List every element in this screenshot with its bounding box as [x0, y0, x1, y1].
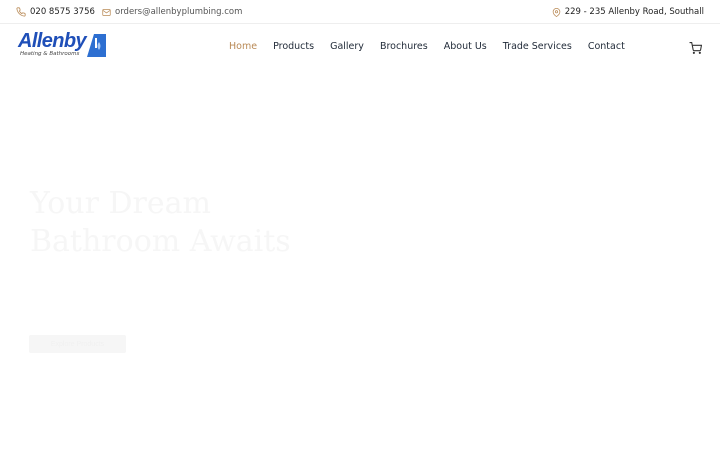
- top-contact-bar: 020 8575 3756 orders@allenbyplumbing.com…: [0, 0, 720, 24]
- email-contact[interactable]: orders@allenbyplumbing.com: [102, 0, 242, 24]
- brand-tagline: Heating & Bathrooms: [20, 51, 80, 57]
- logo-mark-icon: [84, 32, 108, 62]
- address-contact[interactable]: 229 - 235 Allenby Road, Southall: [552, 0, 704, 24]
- nav-contact[interactable]: Contact: [588, 41, 625, 52]
- nav-gallery[interactable]: Gallery: [330, 41, 364, 52]
- email-address: orders@allenbyplumbing.com: [115, 7, 243, 17]
- hero-title: Your Dream Bathroom Awaits: [30, 186, 291, 259]
- mail-icon: [102, 8, 111, 17]
- phone-contact[interactable]: 020 8575 3756: [16, 0, 95, 24]
- nav-about-us[interactable]: About Us: [444, 41, 487, 52]
- main-nav: Home Products Gallery Brochures About Us…: [229, 24, 641, 68]
- nav-brochures[interactable]: Brochures: [380, 41, 428, 52]
- phone-icon: [16, 7, 26, 17]
- map-pin-icon: [552, 7, 561, 17]
- phone-number: 020 8575 3756: [30, 7, 95, 17]
- nav-home[interactable]: Home: [229, 41, 257, 52]
- nav-products[interactable]: Products: [273, 41, 314, 52]
- hero-cta-button[interactable]: Explore Products: [29, 335, 126, 353]
- brand-name: Allenby: [18, 30, 87, 52]
- site-header: Allenby Heating & Bathrooms Home Product…: [0, 24, 720, 68]
- cart-icon[interactable]: [689, 39, 703, 58]
- address-text: 229 - 235 Allenby Road, Southall: [564, 7, 704, 17]
- brand-logo[interactable]: Allenby Heating & Bathrooms: [18, 30, 110, 62]
- nav-trade-services[interactable]: Trade Services: [503, 41, 572, 52]
